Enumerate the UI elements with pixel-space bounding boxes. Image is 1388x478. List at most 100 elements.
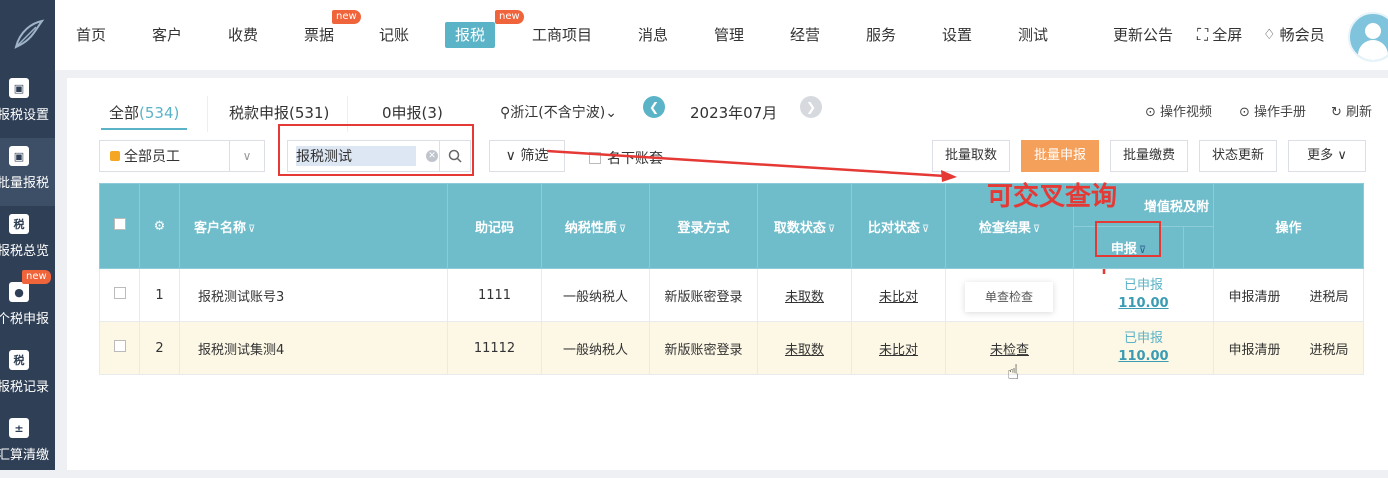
nav-item-fees[interactable]: 收费: [228, 22, 258, 48]
declare-status: 已申报: [1123, 331, 1163, 346]
batch-declare-button[interactable]: 批量申报: [1021, 140, 1099, 172]
settings-column[interactable]: ⚙: [139, 183, 180, 269]
new-badge: new: [332, 10, 361, 24]
active-tab-indicator: [101, 128, 187, 130]
compare-status-link[interactable]: 未比对: [851, 268, 946, 322]
header-label: 取数状态: [773, 220, 826, 236]
checkbox-label: 名下账套: [607, 151, 663, 167]
nav-item-business-projects[interactable]: 工商项目: [532, 22, 592, 48]
nav-item-operations[interactable]: 经营: [790, 22, 820, 48]
staff-select-value: 全部员工: [124, 149, 180, 165]
sidebar-item-annual-settlement[interactable]: ± 汇算清缴: [0, 410, 55, 478]
table-row[interactable]: 1 报税测试账号3 1111 一般纳税人 新版账密登录 未取数 未比对 已申报 …: [99, 268, 1364, 322]
sidebar-item-tax-records[interactable]: 税 报税记录: [0, 342, 55, 410]
person-tax-icon: ●: [9, 282, 29, 302]
select-all-checkbox[interactable]: [113, 218, 126, 230]
header-fetch-status[interactable]: 取数状态 ⊽: [757, 183, 852, 269]
row-index: 1: [139, 268, 180, 322]
select-all-cell: [99, 183, 140, 269]
declare-list-link[interactable]: 申报清册: [1228, 286, 1280, 305]
header-compare-status[interactable]: 比对状态 ⊽: [851, 183, 946, 269]
header-customer[interactable]: 客户名称 ⊽: [179, 183, 448, 269]
batch-fetch-button[interactable]: 批量取数: [932, 140, 1010, 172]
sidebar-item-tax-overview[interactable]: 税 报税总览: [0, 206, 55, 274]
announcement-link[interactable]: 更新公告: [1113, 22, 1173, 48]
member-button[interactable]: ♢ 畅会员: [1263, 22, 1325, 48]
member-label: 畅会员: [1279, 26, 1325, 44]
fetch-status-link[interactable]: 未取数: [757, 268, 852, 322]
row-checkbox[interactable]: [113, 287, 126, 299]
chevron-right-icon: ❯: [805, 100, 817, 114]
filter-button[interactable]: ∨ 筛选: [489, 140, 565, 172]
declare-amount[interactable]: 110.00: [1074, 295, 1213, 313]
tab-all[interactable]: 全部(534): [109, 98, 179, 128]
row-index: 2: [139, 321, 180, 375]
avatar[interactable]: [1348, 12, 1388, 62]
nav-item-test[interactable]: 测试: [1018, 22, 1048, 48]
annotation-text: 可交叉查询: [987, 182, 1118, 212]
table-row[interactable]: 2 报税测试集测4 11112 一般纳税人 新版账密登录 未取数 未比对 未检查…: [99, 321, 1364, 375]
code-cell: 11112: [447, 321, 542, 375]
nav-item-invoices[interactable]: 票据 new: [304, 10, 361, 48]
compare-status-link[interactable]: 未比对: [851, 321, 946, 375]
nav-item-home[interactable]: 首页: [76, 22, 106, 48]
tutorial-video-link[interactable]: ⊙ 操作视频: [1145, 98, 1212, 128]
refresh-button[interactable]: ↻ 刷新: [1331, 98, 1372, 128]
filter-icon[interactable]: ⊽: [828, 224, 835, 235]
fullscreen-button[interactable]: ⛶ 全屏: [1197, 22, 1242, 48]
nav-item-customers[interactable]: 客户: [152, 22, 182, 48]
nav-item-bookkeeping[interactable]: 记账: [379, 22, 409, 48]
next-period-button[interactable]: ❯: [800, 96, 822, 118]
nav-item-settings[interactable]: 设置: [942, 22, 972, 48]
declare-list-link[interactable]: 申报清册: [1228, 339, 1280, 358]
prev-period-button[interactable]: ❮: [643, 96, 665, 118]
header-tax-type[interactable]: 纳税性质 ⊽: [541, 183, 650, 269]
new-badge: new: [22, 270, 51, 284]
tab-count: (531): [289, 104, 330, 122]
staff-select[interactable]: 全部员工 ∨: [99, 140, 265, 172]
checkbox[interactable]: [589, 152, 601, 164]
fetch-status-link[interactable]: 未取数: [757, 321, 852, 375]
filter-icon[interactable]: ⊽: [619, 224, 626, 235]
tab-count: (3): [421, 104, 443, 122]
nav-item-tax[interactable]: 报税 new: [445, 10, 524, 48]
calculator-icon: ±: [9, 418, 29, 438]
highlight-declare-filter: [1095, 221, 1161, 257]
tax-bureau-link[interactable]: 进税局: [1309, 286, 1348, 305]
filter-label: 筛选: [520, 148, 549, 164]
row-checkbox[interactable]: [113, 340, 126, 352]
sidebar-item-personal-tax[interactable]: ● new 个税申报: [0, 270, 55, 342]
sidebar-item-label: 报税总览: [0, 244, 50, 259]
chevron-down-icon: ⌄: [605, 105, 617, 121]
app-logo[interactable]: [0, 0, 55, 70]
declare-cell[interactable]: 已申报 110.00: [1073, 268, 1214, 322]
ops-cell: 申报清册 进税局: [1213, 321, 1364, 375]
highlight-search-box: [278, 124, 474, 176]
manual-link[interactable]: ⊙ 操作手册: [1239, 98, 1306, 128]
filter-icon[interactable]: ⊽: [922, 224, 929, 235]
staff-icon: [110, 151, 120, 161]
declare-amount[interactable]: 110.00: [1074, 348, 1213, 366]
play-circle-icon: ⊙: [1145, 105, 1156, 120]
sidebar-item-tax-settings[interactable]: ▣ 报税设置: [0, 70, 55, 138]
own-accounts-checkbox[interactable]: 名下账套: [589, 148, 663, 168]
filter-icon[interactable]: ⊽: [248, 224, 255, 235]
sidebar-item-label: 报税记录: [0, 380, 50, 395]
region-selector[interactable]: ⚲浙江(不含宁波)⌄: [500, 98, 617, 128]
tax-bureau-link[interactable]: 进税局: [1309, 339, 1348, 358]
tab-label: 税款申报: [229, 104, 290, 122]
nav-item-services[interactable]: 服务: [866, 22, 896, 48]
customer-name: 报税测试账号3: [179, 268, 448, 322]
nav-item-management[interactable]: 管理: [714, 22, 744, 48]
filter-icon[interactable]: ⊽: [1033, 224, 1040, 235]
location-icon: ⚲: [500, 105, 511, 121]
batch-pay-button[interactable]: 批量缴费: [1110, 140, 1188, 172]
period-label: 2023年07月: [690, 104, 778, 122]
sidebar-item-batch-tax[interactable]: ▣ 批量报税: [0, 138, 55, 206]
header-ops: 操作: [1213, 183, 1364, 269]
status-update-button[interactable]: 状态更新: [1199, 140, 1277, 172]
hand-cursor-icon: ☝: [1007, 360, 1020, 384]
nav-item-messages[interactable]: 消息: [638, 22, 668, 48]
declare-cell[interactable]: 已申报 110.00: [1073, 321, 1214, 375]
more-button[interactable]: 更多 ∨: [1288, 140, 1366, 172]
